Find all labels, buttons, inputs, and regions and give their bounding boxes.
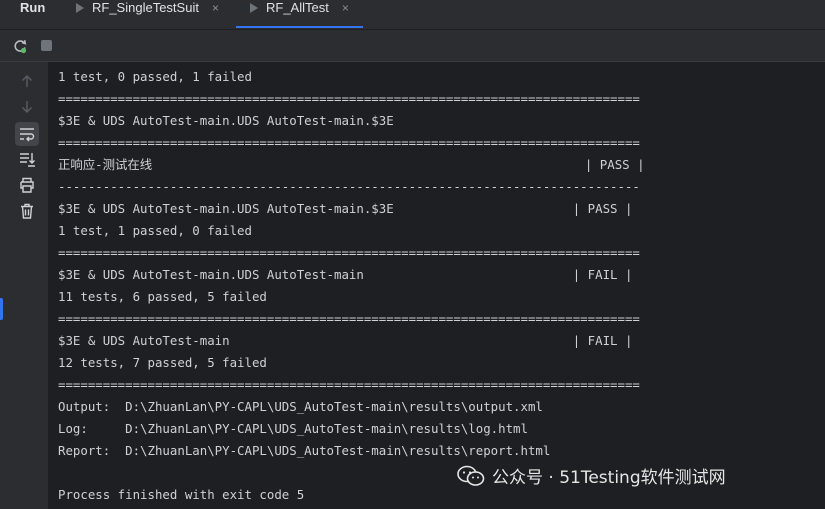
soft-wrap-icon[interactable] [18,125,36,143]
console-line: 12 tests, 7 passed, 5 failed [58,355,267,370]
console-line: 1 test, 1 passed, 0 failed [58,223,252,238]
console-line: Output: D:\ZhuanLan\PY-CAPL\UDS_AutoTest… [58,399,543,414]
console-line: $3E & UDS AutoTest-main | FAIL | [58,333,633,348]
tab-rf-singletestsuit[interactable]: RF_SingleTestSuit × [76,0,219,28]
trash-icon[interactable] [18,202,36,220]
arrow-down-icon[interactable] [18,98,36,116]
console-line: ----------------------------------------… [58,179,640,194]
watermark: 公众号 · 51Testing软件测试网 [456,463,726,488]
console-line: ========================================… [58,377,640,392]
scroll-to-end-icon[interactable] [18,150,36,168]
console-line: Log: D:\ZhuanLan\PY-CAPL\UDS_AutoTest-ma… [58,421,528,436]
run-title: Run [20,0,46,15]
console-line: ========================================… [58,135,640,150]
close-icon[interactable]: × [342,0,349,16]
console-line: Report: D:\ZhuanLan\PY-CAPL\UDS_AutoTest… [58,443,551,458]
close-icon[interactable]: × [212,0,219,16]
console-line: $3E & UDS AutoTest-main.UDS AutoTest-mai… [58,267,633,282]
run-tool-window-header: Run RF_SingleTestSuit × RF_AllTest × [0,0,825,30]
print-icon[interactable] [18,176,36,194]
console-line: 1 test, 0 passed, 1 failed [58,69,252,84]
console-line: ========================================… [58,91,640,106]
arrow-up-icon[interactable] [18,72,36,90]
console-line: ========================================… [58,245,640,260]
tab-rf-alltest[interactable]: RF_AllTest × [250,0,349,28]
console-line: $3E & UDS AutoTest-main.UDS AutoTest-mai… [58,113,394,128]
tab-label: RF_SingleTestSuit [92,0,199,15]
console-output[interactable]: 1 test, 0 passed, 1 failed ==============… [58,66,818,506]
watermark-text: 公众号 · 51Testing软件测试网 [492,468,726,488]
stop-icon[interactable] [41,40,52,51]
rerun-icon[interactable] [12,38,28,54]
run-toolbar [0,30,825,62]
console-line: 11 tests, 6 passed, 5 failed [58,289,267,304]
console-line: 正响应-测试在线 | PASS | [58,157,645,172]
active-tab-indicator [236,26,363,28]
tab-label: RF_AllTest [266,0,329,15]
play-icon [76,3,84,13]
play-icon [250,3,258,13]
gutter-highlight [0,298,3,320]
console-line: $3E & UDS AutoTest-main.UDS AutoTest-mai… [58,201,633,216]
wechat-icon [457,465,485,486]
console-line: ========================================… [58,311,640,326]
